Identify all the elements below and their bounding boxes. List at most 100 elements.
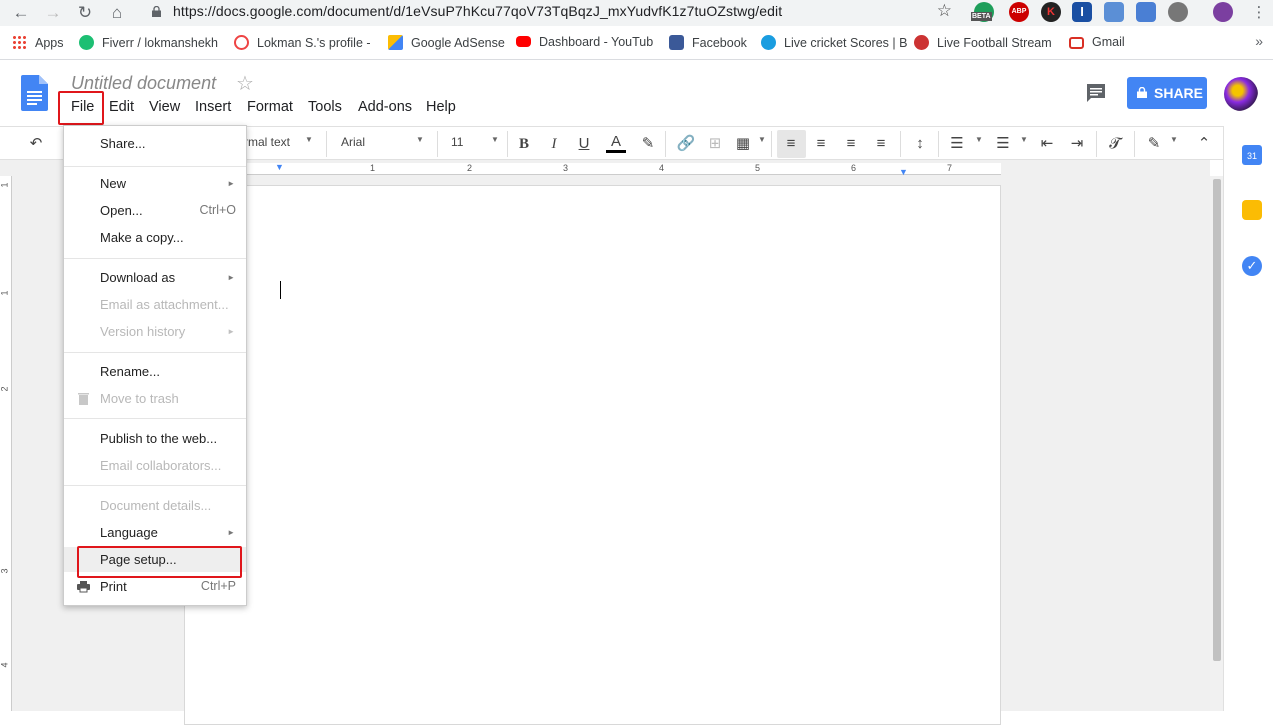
- keep-icon[interactable]: [1242, 200, 1262, 220]
- bookmark-gmail[interactable]: Gmail: [1069, 35, 1125, 53]
- italic-icon[interactable]: I: [544, 133, 564, 155]
- side-panel: 31 ✓: [1223, 126, 1273, 711]
- chrome-menu-icon[interactable]: ⋮: [1248, 2, 1270, 24]
- bookmark-profile[interactable]: Lokman S.'s profile -: [234, 35, 371, 53]
- share-button[interactable]: SHARE: [1127, 77, 1207, 109]
- profile-avatar-icon[interactable]: [1213, 2, 1233, 22]
- menu-view[interactable]: View: [149, 99, 180, 115]
- style-caret-icon[interactable]: ▼: [305, 135, 313, 144]
- vertical-scrollbar[interactable]: [1210, 176, 1223, 711]
- star-icon[interactable]: ☆: [236, 71, 254, 96]
- menu-item-email-collaborators: Email collaborators...: [100, 458, 222, 473]
- menu-item-document-details: Document details...: [100, 498, 212, 513]
- bookmark-apps[interactable]: Apps: [12, 35, 64, 53]
- submenu-arrow-icon: ►: [227, 273, 235, 282]
- beta-extension-icon[interactable]: BETA: [971, 2, 994, 22]
- font-caret-icon[interactable]: ▼: [416, 135, 424, 144]
- image-caret-icon[interactable]: ▼: [758, 135, 766, 144]
- chat-extension-icon[interactable]: [1168, 2, 1188, 22]
- cricket-icon: [761, 35, 776, 50]
- bookmark-youtube[interactable]: Dashboard - YouTub: [516, 35, 653, 53]
- bookmarks-bar: Apps Fiverr / lokmanshekh Lokman S.'s pr…: [0, 26, 1273, 60]
- tasks-icon[interactable]: ✓: [1242, 256, 1262, 276]
- menu-item-move-to-trash: Move to trash: [64, 386, 246, 411]
- editing-mode-pencil-icon[interactable]: ✎: [1144, 133, 1164, 155]
- forward-icon[interactable]: →: [42, 2, 64, 24]
- adblock-extension-icon[interactable]: ABP: [1009, 2, 1029, 22]
- menu-tools[interactable]: Tools: [308, 99, 342, 115]
- back-icon[interactable]: ←: [10, 2, 32, 24]
- avatar[interactable]: [1224, 77, 1258, 111]
- font-size-select[interactable]: 11: [451, 135, 463, 149]
- home-icon[interactable]: ⌂: [106, 2, 128, 24]
- underline-icon[interactable]: U: [574, 133, 594, 155]
- editing-mode-caret-icon[interactable]: ▼: [1170, 135, 1178, 144]
- bulleted-list-caret-icon[interactable]: ▼: [1020, 135, 1028, 144]
- align-left-icon[interactable]: ≡: [781, 133, 801, 155]
- menu-insert[interactable]: Insert: [195, 99, 231, 115]
- menu-item-share[interactable]: Share...: [64, 131, 246, 156]
- bold-icon[interactable]: B: [514, 133, 534, 155]
- calendar-icon[interactable]: 31: [1242, 145, 1262, 165]
- right-indent-icon[interactable]: ▼: [899, 167, 908, 177]
- insert-image-icon[interactable]: ▦: [733, 133, 753, 155]
- reload-icon[interactable]: ↻: [74, 2, 96, 24]
- add-comment-icon[interactable]: ⊞: [705, 133, 725, 155]
- menu-item-new[interactable]: New ►: [64, 171, 246, 196]
- document-page[interactable]: [184, 185, 1001, 725]
- numbered-list-icon[interactable]: ☰: [947, 133, 967, 155]
- first-line-indent-icon[interactable]: ▼: [275, 162, 284, 172]
- menu-item-language[interactable]: Language ►: [64, 520, 246, 545]
- page-setup-highlight: [77, 546, 242, 578]
- menu-addons[interactable]: Add-ons: [358, 99, 412, 115]
- docs-logo-icon[interactable]: [21, 75, 48, 111]
- collapse-toolbar-icon[interactable]: ⌃: [1193, 133, 1215, 155]
- bookmarks-overflow-icon[interactable]: »: [1255, 33, 1263, 49]
- address-bar[interactable]: https://docs.google.com/document/d/1eVsu…: [140, 0, 962, 24]
- link-icon[interactable]: 🔗: [675, 133, 697, 155]
- gmail-icon: [1069, 37, 1084, 49]
- bookmark-football[interactable]: Live Football Stream: [914, 35, 1052, 53]
- menu-item-make-copy[interactable]: Make a copy...: [64, 225, 246, 250]
- menu-edit[interactable]: Edit: [109, 99, 134, 115]
- menu-item-download-as[interactable]: Download as ►: [64, 265, 246, 290]
- style-select[interactable]: rmal text: [244, 135, 290, 149]
- bookmark-star-icon[interactable]: ☆: [937, 1, 952, 21]
- font-select[interactable]: Arial: [341, 135, 365, 149]
- submenu-arrow-icon: ►: [227, 528, 235, 537]
- bookmark-cricket[interactable]: Live cricket Scores | B: [761, 35, 907, 53]
- bookmark-adsense[interactable]: Google AdSense: [388, 35, 505, 53]
- text-color-icon[interactable]: A: [606, 133, 626, 153]
- increase-indent-icon[interactable]: ⇥: [1067, 133, 1087, 155]
- line-spacing-icon[interactable]: ↕: [909, 133, 931, 155]
- k-extension-icon[interactable]: K: [1041, 2, 1061, 22]
- scroll-thumb[interactable]: [1213, 179, 1221, 661]
- menu-item-open[interactable]: Open... Ctrl+O: [64, 198, 246, 223]
- doc-extension-icon[interactable]: [1104, 2, 1124, 22]
- i-extension-icon[interactable]: I: [1072, 2, 1092, 22]
- align-right-icon[interactable]: ≡: [841, 133, 861, 155]
- translate-extension-icon[interactable]: [1136, 2, 1156, 22]
- toolbar-divider: [665, 131, 666, 157]
- justify-icon[interactable]: ≡: [871, 133, 891, 155]
- bookmark-facebook[interactable]: Facebook: [669, 35, 747, 53]
- menu-help[interactable]: Help: [426, 99, 456, 115]
- submenu-arrow-icon: ►: [227, 327, 235, 336]
- clear-formatting-icon[interactable]: 𝓣: [1104, 133, 1126, 155]
- menu-item-rename[interactable]: Rename...: [64, 359, 246, 384]
- bulleted-list-icon[interactable]: ☰: [993, 133, 1013, 155]
- comment-icon[interactable]: [1085, 82, 1107, 104]
- menu-divider: [64, 258, 246, 259]
- menu-divider: [64, 352, 246, 353]
- decrease-indent-icon[interactable]: ⇤: [1037, 133, 1057, 155]
- menu-item-publish[interactable]: Publish to the web...: [64, 426, 246, 451]
- apps-grid-icon: [12, 35, 27, 50]
- adsense-icon: [388, 35, 403, 50]
- menu-format[interactable]: Format: [247, 99, 293, 115]
- numbered-list-caret-icon[interactable]: ▼: [975, 135, 983, 144]
- align-center-icon[interactable]: ≡: [811, 133, 831, 155]
- bookmark-fiverr[interactable]: Fiverr / lokmanshekh: [79, 35, 218, 53]
- size-caret-icon[interactable]: ▼: [491, 135, 499, 144]
- highlight-pen-icon[interactable]: ✎: [638, 133, 658, 155]
- undo-icon[interactable]: ↶: [25, 133, 47, 155]
